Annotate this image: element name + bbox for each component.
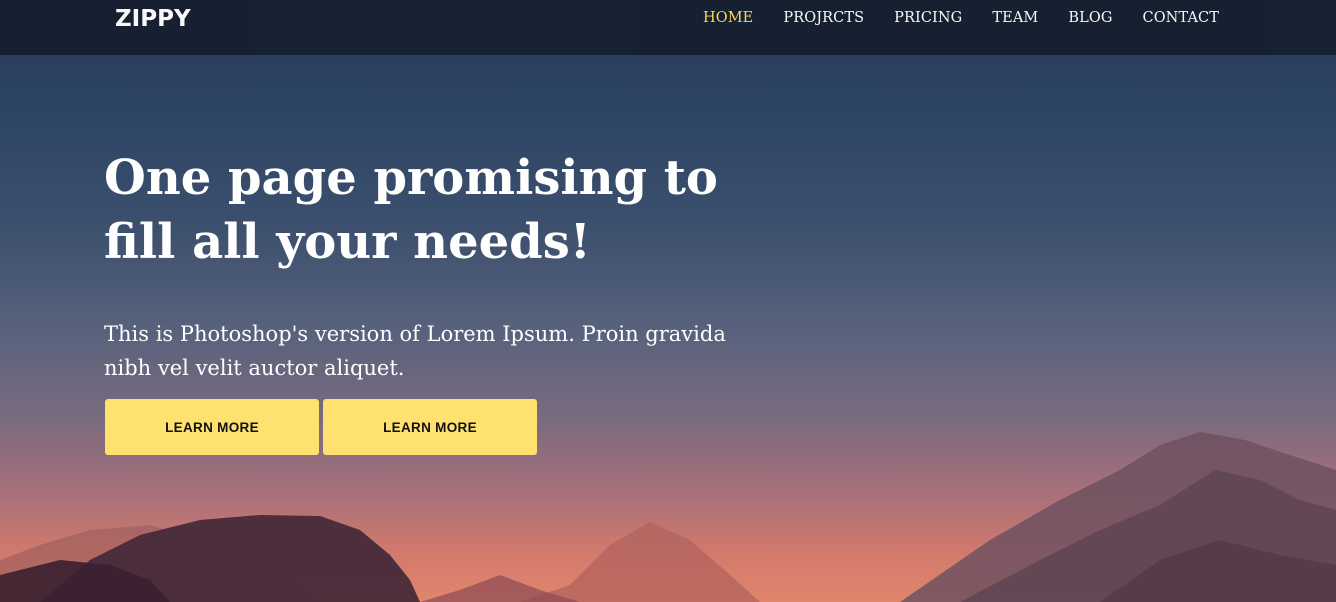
site-logo[interactable]: ZIPPY	[115, 6, 191, 32]
nav-item-blog[interactable]: BLOG	[1068, 10, 1112, 26]
nav-item-projects[interactable]: PROJRCTS	[783, 10, 864, 26]
learn-more-button-primary[interactable]: LEARN MORE	[105, 399, 319, 455]
hero-headline: One page promising to fill all your need…	[104, 150, 718, 270]
nav-item-contact[interactable]: CONTACT	[1143, 10, 1220, 26]
page: ZIPPY HOME PROJRCTS PRICING TEAM BLOG CO…	[0, 0, 1336, 602]
mountain-mid-foothills	[420, 575, 580, 602]
nav-item-home[interactable]: HOME	[703, 10, 753, 26]
mountain-background-image	[0, 432, 1336, 602]
nav-item-pricing[interactable]: PRICING	[894, 10, 962, 26]
hero-subtext: This is Photoshop's version of Lorem Ips…	[104, 322, 726, 380]
learn-more-button-secondary[interactable]: LEARN MORE	[323, 399, 537, 455]
mountain-center	[520, 522, 760, 602]
top-navigation-bar: ZIPPY HOME PROJRCTS PRICING TEAM BLOG CO…	[0, 0, 1336, 55]
main-nav: HOME PROJRCTS PRICING TEAM BLOG CONTACT	[673, 10, 1219, 26]
nav-item-team[interactable]: TEAM	[992, 10, 1038, 26]
